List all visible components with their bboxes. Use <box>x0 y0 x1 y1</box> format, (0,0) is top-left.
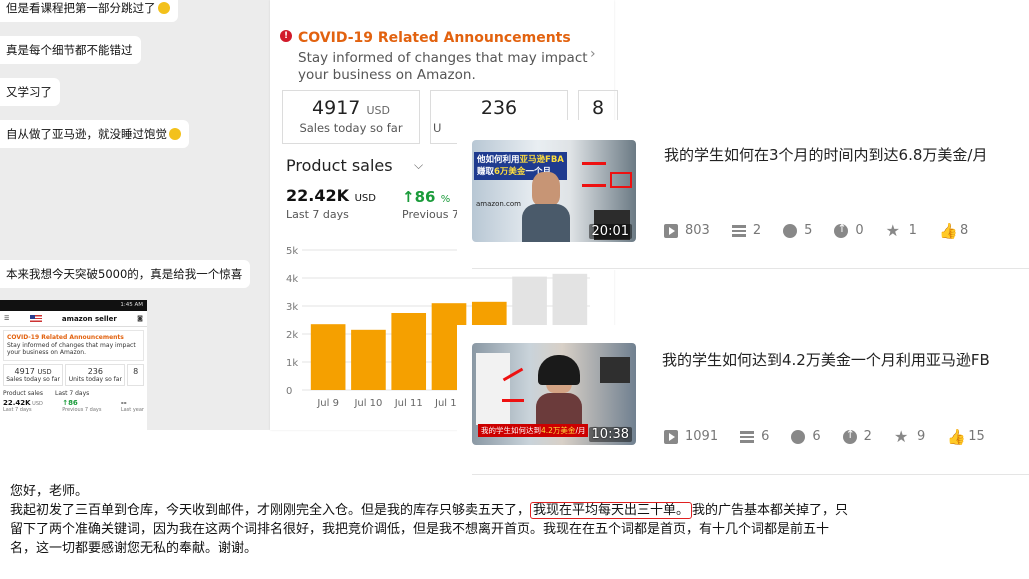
chat-panel: 但是看课程把第一部分跳过了 真是每个细节都不能错过 又学习了 自从做了亚马逊，就… <box>0 0 262 430</box>
divider <box>472 268 1029 269</box>
student-letter: 您好，老师。 我起初发了三百单到仓库，今天收到邮件，才刚刚完全入仓。但是我的库存… <box>10 482 910 558</box>
chart-bar <box>310 324 346 390</box>
danmaku-count: 6 <box>740 429 769 444</box>
like-count[interactable]: 👍 8 <box>939 223 968 238</box>
comment-count[interactable]: 6 <box>791 429 821 444</box>
red-arrow-icon <box>502 399 524 402</box>
announcement-body: Stay informed of changes that may impact… <box>298 50 588 83</box>
letter-line: 我起初发了三百单到仓库，今天收到邮件，才刚刚完全入仓。但是我的库存只够卖五天了，… <box>10 502 849 519</box>
chat-message: 本来我想今天突破5000的，真是给我一个惊喜 <box>0 260 251 288</box>
play-count: 1091 <box>664 429 718 444</box>
play-icon <box>664 223 678 238</box>
x-tick-label: Jul 10 <box>353 398 382 409</box>
coin-icon <box>842 428 857 444</box>
alert-icon: ! <box>280 30 292 42</box>
chat-message: 真是每个细节都不能错过 <box>0 36 141 64</box>
menu-icon: ☰ <box>4 315 10 322</box>
person-face <box>532 172 560 206</box>
phone-screenshot: 1:45 AM ☰ amazon seller ◙ COVID-19 Relat… <box>0 300 147 430</box>
coin-icon <box>834 222 849 238</box>
like-count[interactable]: 👍 15 <box>947 429 985 444</box>
phone-stat-card: 4917 USD Sales today so far <box>3 363 64 386</box>
video-list-item[interactable]: 我的学生如何达到4.2万美金/月 10:38 我的学生如何达到4.2万美金一个月… <box>457 325 1029 475</box>
video-stats: 1091 6 6 2 ★9 👍15 <box>664 426 1007 446</box>
announcement-title: COVID-19 Related Announcements <box>298 30 571 46</box>
amazon-seller-logo: amazon seller <box>61 314 117 323</box>
webcam-inset <box>600 357 630 383</box>
product-sales-period: Last 7 days <box>286 208 349 221</box>
chat-message: 自从做了亚马逊，就没睡过饱觉 <box>0 120 189 148</box>
thumbs-up-icon: 👍 <box>938 221 958 240</box>
comment-icon <box>783 223 798 238</box>
coin-count[interactable]: 0 <box>834 222 864 238</box>
danmaku-icon <box>731 224 746 237</box>
chat-message: 但是看课程把第一部分跳过了 <box>0 0 178 22</box>
danmaku-icon <box>740 430 755 443</box>
y-tick-label: 0 <box>286 386 292 397</box>
red-arrow-icon <box>582 162 606 165</box>
person-hair <box>538 355 580 385</box>
phone-tabs: Product sales Last 7 days <box>3 389 90 397</box>
comment-icon <box>791 429 806 444</box>
video-thumbnail[interactable]: 他如何利用亚马逊FBA 赚取6万美金一个月 amazon.com 20:01 <box>472 140 636 242</box>
star-icon: ★ <box>893 426 909 446</box>
play-icon <box>664 429 678 444</box>
screen-inset <box>476 353 510 425</box>
phone-stat-cards: 4917 USD Sales today so far 236 Units toda… <box>3 363 144 386</box>
sales-change-percent: ↑86 % <box>402 188 451 206</box>
us-flag-icon <box>29 315 42 322</box>
laughing-emoji-icon <box>157 2 170 14</box>
phone-stat-card: 236 Units today so far <box>65 363 126 386</box>
letter-line: 留下了两个准确关键词，因为我在这两个词排名很好，我把竞价调低，但是我不想离开首页… <box>10 522 830 537</box>
video-title[interactable]: 我的学生如何在3个月的时间内到达6.8万美金/月 <box>664 144 987 165</box>
phone-stat-card: 8 <box>127 363 144 386</box>
coin-count[interactable]: 2 <box>842 428 872 444</box>
letter-line: 名，这一切都要感谢您无私的奉献。谢谢。 <box>10 541 258 556</box>
person-body <box>522 204 570 242</box>
highlighted-text: 我现在平均每天出三十单。 <box>530 502 693 519</box>
y-tick-label: 3k <box>286 302 298 313</box>
divider <box>472 474 1029 475</box>
announcement-banner[interactable]: ! COVID-19 Related Announcements Stay in… <box>270 10 614 83</box>
y-tick-label: 5k <box>286 246 298 257</box>
chart-bar <box>391 313 427 390</box>
video-duration: 20:01 <box>588 224 632 239</box>
phone-app-bar: ☰ amazon seller ◙ <box>0 311 147 327</box>
video-stats: 803 2 5 0 ★1 👍8 <box>664 220 990 240</box>
favorite-count[interactable]: ★ 1 <box>885 220 917 240</box>
y-tick-label: 4k <box>286 274 298 285</box>
y-tick-label: 1k <box>286 358 298 369</box>
amazon-logo: amazon.com <box>476 200 521 208</box>
chevron-down-icon[interactable]: ⌵ <box>414 158 423 173</box>
play-count: 803 <box>664 223 710 238</box>
video-list-item[interactable]: 他如何利用亚马逊FBA 赚取6万美金一个月 amazon.com 20:01 我… <box>457 120 1029 270</box>
product-sales-value: 22.42K USD <box>286 186 376 205</box>
star-icon: ★ <box>885 220 901 240</box>
letter-greeting: 您好，老师。 <box>10 484 89 499</box>
red-arrow-icon <box>582 184 606 187</box>
thumbnail-caption: 我的学生如何达到4.2万美金/月 <box>478 424 589 437</box>
y-tick-label: 2k <box>286 330 298 341</box>
phone-announcement: COVID-19 Related Announcements Stay info… <box>3 330 144 361</box>
product-sales-dropdown[interactable]: Product sales <box>286 156 393 175</box>
phone-status-bar: 1:45 AM <box>0 300 147 311</box>
thumbs-up-icon: 👍 <box>947 427 966 446</box>
video-title[interactable]: 我的学生如何达到4.2万美金一个月利用亚马逊FB <box>662 349 990 370</box>
phone-stats: 22.42K USD Last 7 days ↑86 Previous 7 days… <box>3 398 144 413</box>
camera-icon: ◙ <box>137 315 143 322</box>
chat-message: 又学习了 <box>0 78 60 106</box>
x-tick-label: Jul 11 <box>394 398 423 409</box>
favorite-count[interactable]: ★ 9 <box>893 426 925 446</box>
chevron-right-icon: › <box>590 46 596 62</box>
highlight-box <box>610 172 632 188</box>
laughing-emoji-icon <box>169 128 181 140</box>
sales-today-card[interactable]: 4917 USD Sales today so far <box>282 90 420 144</box>
comment-count[interactable]: 5 <box>783 223 812 238</box>
video-duration: 10:38 <box>588 427 632 442</box>
video-thumbnail[interactable]: 我的学生如何达到4.2万美金/月 10:38 <box>472 343 636 445</box>
x-tick-label: Jul 9 <box>316 398 339 409</box>
danmaku-count: 2 <box>731 223 761 238</box>
chart-bar <box>351 329 386 390</box>
